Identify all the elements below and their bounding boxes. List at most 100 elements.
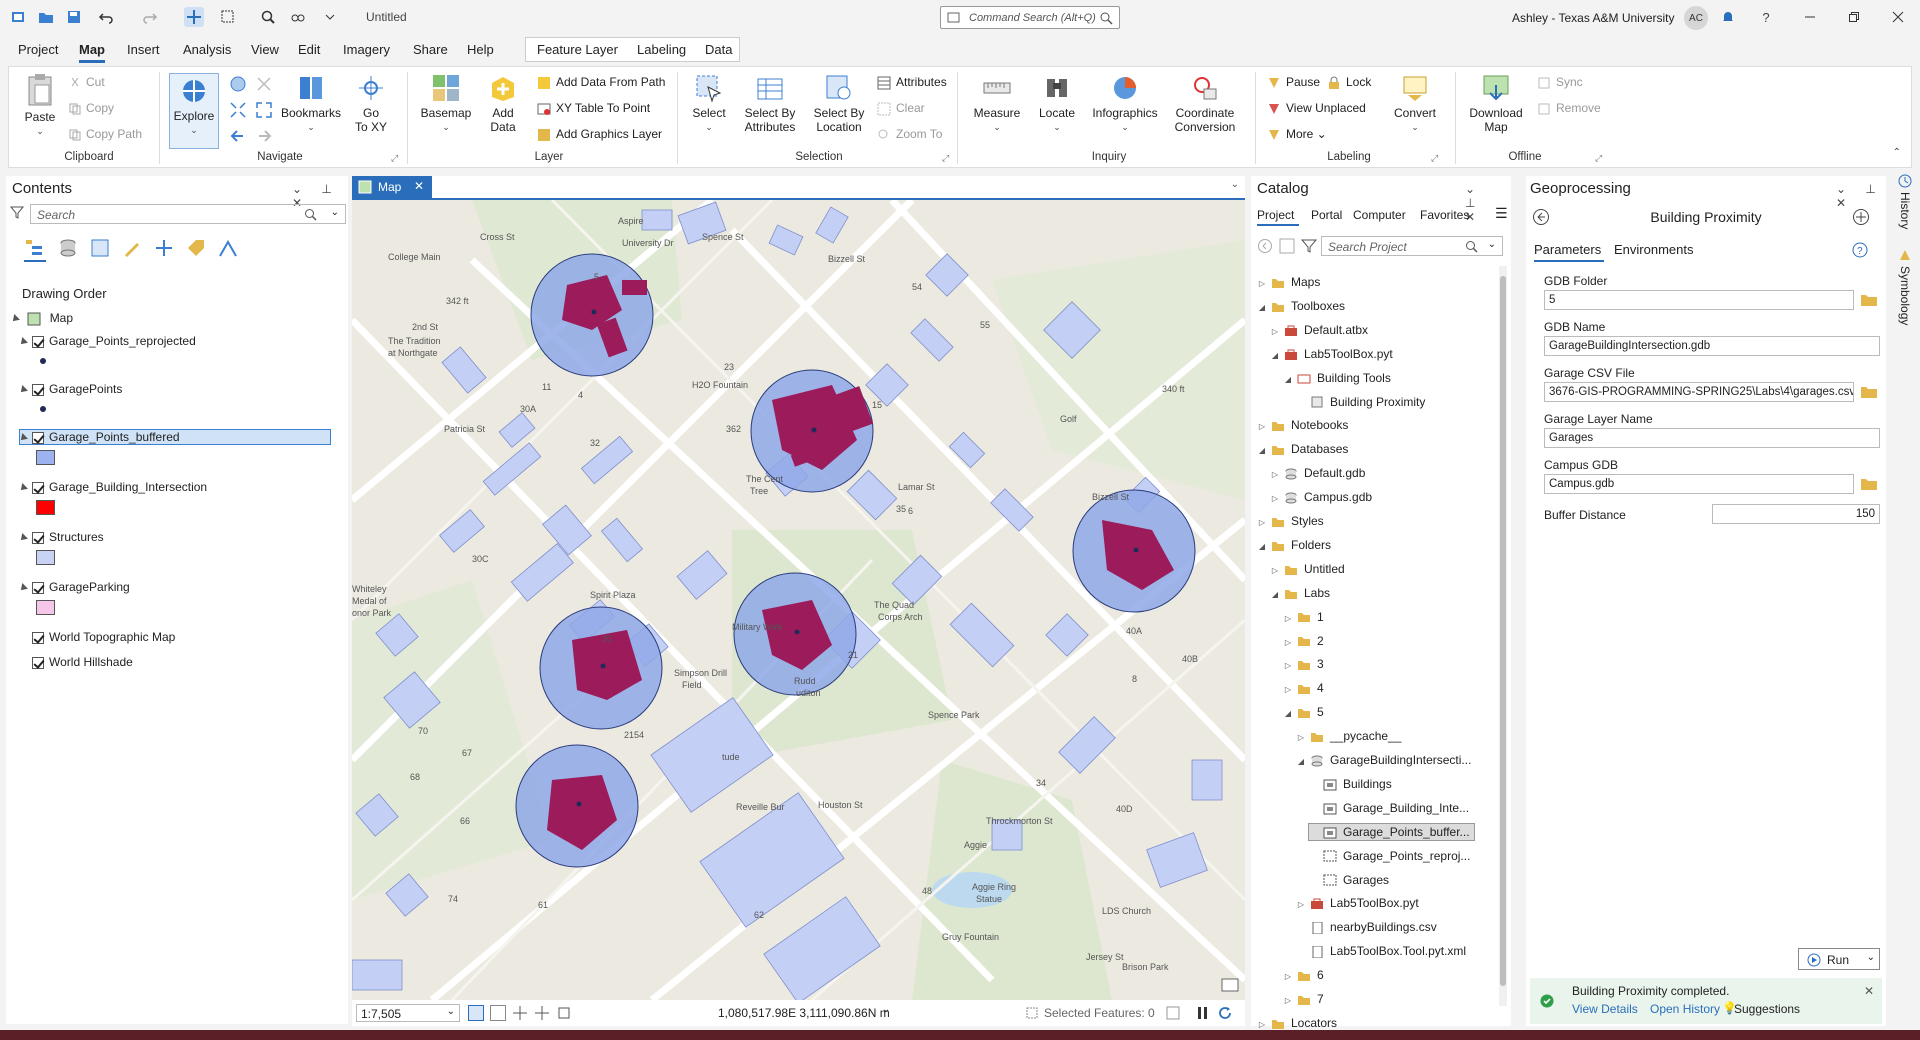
expand-caret-icon[interactable]: ▷ xyxy=(1283,635,1293,651)
app-logo-icon[interactable] xyxy=(8,7,28,27)
tab-share[interactable]: Share xyxy=(413,42,448,57)
tab-analysis[interactable]: Analysis xyxy=(183,42,231,57)
tab-help[interactable]: Help xyxy=(467,42,494,57)
contents-search-input[interactable]: Search ⌄ xyxy=(30,204,346,224)
help-icon[interactable]: ? xyxy=(1756,7,1776,27)
basemap-button[interactable]: Basemap ⌄ xyxy=(417,73,475,134)
notifications-icon[interactable] xyxy=(1718,7,1738,27)
tab-project[interactable]: Project xyxy=(18,42,58,57)
gdb-name-input[interactable]: GarageBuildingIntersection.gdb xyxy=(1544,336,1880,356)
chevron-down-icon[interactable]: ⌄ xyxy=(1488,239,1496,250)
scrollbar-thumb[interactable] xyxy=(1500,276,1506,986)
avatar[interactable]: AC xyxy=(1684,6,1708,30)
view-details-link[interactable]: View Details xyxy=(1572,1002,1638,1016)
collapse-caret-icon[interactable]: ◢ xyxy=(1257,443,1267,459)
collapse-caret-icon[interactable]: ◢ xyxy=(1270,587,1280,603)
expand-caret-icon[interactable]: ▷ xyxy=(1283,682,1293,698)
layer-visibility-checkbox[interactable] xyxy=(32,335,44,348)
layer-row[interactable]: GaragePoints xyxy=(18,382,122,396)
download-map-button[interactable]: Download Map xyxy=(1463,73,1529,134)
save-project-icon[interactable] xyxy=(64,7,84,27)
find-icon[interactable] xyxy=(288,7,308,27)
search-options-chevron-icon[interactable]: ⌄ xyxy=(331,207,339,218)
fill-symbol-swatch[interactable] xyxy=(36,500,55,515)
catalog-tree-item[interactable]: Buildings xyxy=(1309,776,1392,792)
back-icon[interactable] xyxy=(1257,238,1273,254)
catalog-tree-item[interactable]: Garage_Points_buffer... xyxy=(1308,822,1475,841)
tab-data[interactable]: Data xyxy=(705,42,732,57)
catalog-tree-item[interactable]: ▷ Styles xyxy=(1257,513,1324,529)
list-by-data-source-icon[interactable] xyxy=(58,238,78,258)
close-icon[interactable]: ✕ xyxy=(1864,984,1874,998)
menu-icon[interactable]: ☰ xyxy=(1495,205,1508,222)
layer-row[interactable]: Structures xyxy=(18,530,104,544)
expand-triangle-icon[interactable] xyxy=(18,482,28,493)
tab-edit[interactable]: Edit xyxy=(298,42,320,57)
list-by-snapping-icon[interactable] xyxy=(154,238,174,258)
catalog-tree-item[interactable]: ▷ 2 xyxy=(1283,633,1324,649)
coord-units-chevron-icon[interactable]: ⌄ xyxy=(882,1004,890,1015)
filter-icon[interactable] xyxy=(10,205,24,219)
expand-triangle-icon[interactable] xyxy=(18,532,28,543)
catalog-tree-item[interactable]: ◢ Databases xyxy=(1257,441,1348,457)
expand-caret-icon[interactable]: ▷ xyxy=(1257,276,1267,292)
tab-feature-layer[interactable]: Feature Layer xyxy=(537,42,618,57)
catalog-tree-item[interactable]: ▷ Default.gdb xyxy=(1270,465,1365,481)
clear-selection-icon[interactable] xyxy=(1166,1006,1180,1020)
collapse-caret-icon[interactable]: ◢ xyxy=(1257,539,1267,555)
select-button[interactable]: Select ⌄ xyxy=(687,73,731,134)
fill-symbol-swatch[interactable] xyxy=(36,600,55,615)
map-canvas[interactable]: Aspire College Main Cross St University Dr S… xyxy=(352,200,1245,1000)
fill-symbol-swatch[interactable] xyxy=(36,550,55,565)
expand-caret-icon[interactable]: ▷ xyxy=(1296,730,1306,746)
catalog-tab-computer[interactable]: Computer xyxy=(1353,208,1406,222)
map-view-tab[interactable]: Map ✕ xyxy=(352,176,432,198)
dialog-launcher-icon[interactable]: ⤢ xyxy=(391,153,398,164)
layer-visibility-checkbox[interactable] xyxy=(32,481,44,494)
document-title[interactable]: Untitled xyxy=(366,10,407,24)
restore-icon[interactable] xyxy=(1844,7,1864,27)
command-search-box[interactable]: Command Search (Alt+Q) xyxy=(940,6,1120,29)
pause-labeling-button[interactable]: Pause xyxy=(1267,73,1320,91)
go-to-xy-button[interactable]: Go To XY xyxy=(351,73,391,134)
catalog-tree-item[interactable]: ▷ 1 xyxy=(1283,609,1324,625)
catalog-tree-item[interactable]: ▷ 4 xyxy=(1283,680,1324,696)
layer-row[interactable]: Garage_Points_reprojected xyxy=(18,334,196,348)
catalog-tree-item[interactable]: ▷ Lab5ToolBox.pyt xyxy=(1296,895,1419,911)
tab-imagery[interactable]: Imagery xyxy=(343,42,390,57)
customize-toolbar-icon[interactable] xyxy=(320,7,340,27)
xy-table-to-point-button[interactable]: XY Table To Point xyxy=(537,99,650,117)
dialog-launcher-icon[interactable]: ⤢ xyxy=(1431,153,1438,164)
locate-button[interactable]: Locate ⌄ xyxy=(1035,73,1079,134)
expand-triangle-icon[interactable] xyxy=(18,432,28,443)
campus-gdb-input[interactable]: Campus.gdb xyxy=(1544,474,1854,494)
up-folder-icon[interactable] xyxy=(1279,238,1295,254)
history-tab[interactable]: History xyxy=(1898,192,1912,229)
open-project-icon[interactable] xyxy=(36,7,56,27)
layer-visibility-checkbox[interactable] xyxy=(32,631,44,644)
selected-features-count[interactable]: Selected Features: 0 xyxy=(1044,1006,1155,1020)
pause-drawing-icon[interactable] xyxy=(1196,1006,1210,1020)
gdb-folder-input[interactable]: 5 xyxy=(1544,290,1854,310)
tab-parameters[interactable]: Parameters xyxy=(1534,242,1601,257)
view-unplaced-button[interactable]: View Unplaced xyxy=(1267,99,1366,117)
snapping-icon[interactable] xyxy=(534,1005,550,1021)
expand-caret-icon[interactable]: ▷ xyxy=(1270,491,1280,507)
collapse-caret-icon[interactable]: ◢ xyxy=(1283,706,1293,722)
catalog-tree-item[interactable]: ▷ Maps xyxy=(1257,274,1320,290)
catalog-tree-item[interactable]: nearbyBuildings.csv xyxy=(1296,919,1437,935)
lock-labeling-button[interactable]: Lock xyxy=(1327,73,1371,91)
expand-caret-icon[interactable]: ▷ xyxy=(1296,897,1306,913)
copy-path-button[interactable]: Copy Path xyxy=(69,125,142,143)
catalog-tree-item[interactable]: ▷ Untitled xyxy=(1270,561,1345,577)
catalog-tree-item[interactable]: ◢ Lab5ToolBox.pyt xyxy=(1270,346,1393,362)
collapse-caret-icon[interactable]: ◢ xyxy=(1257,300,1267,316)
table-grid-icon[interactable] xyxy=(490,1005,506,1021)
add-data-from-path-button[interactable]: Add Data From Path xyxy=(537,73,665,91)
catalog-tab-portal[interactable]: Portal xyxy=(1311,208,1342,222)
point-symbol-swatch[interactable] xyxy=(40,358,46,364)
expand-caret-icon[interactable]: ▷ xyxy=(1283,993,1293,1009)
tab-view[interactable]: View xyxy=(251,42,279,57)
close-window-icon[interactable] xyxy=(1888,7,1908,27)
tab-labeling[interactable]: Labeling xyxy=(637,42,686,57)
